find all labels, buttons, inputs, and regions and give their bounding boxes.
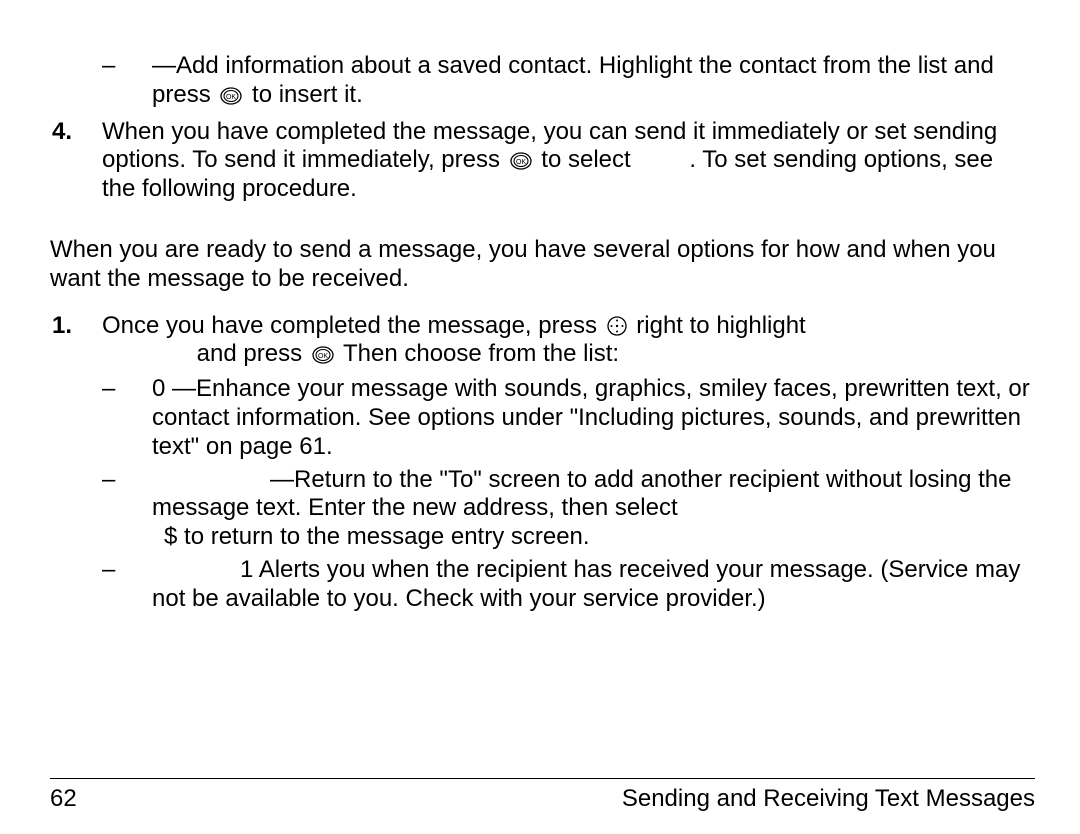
text: —Enhance your message with sounds, graph… <box>152 375 1030 460</box>
text: to return to the message entry screen. <box>177 523 589 550</box>
svg-text:OK: OK <box>318 353 328 360</box>
ordered-list-a: – —Add information about a saved contact… <box>50 52 1030 204</box>
list-body: —Return to the "To" screen to add anothe… <box>152 466 1030 552</box>
list-item: 4. When you have completed the message, … <box>50 118 1030 204</box>
ok-key-icon: OK <box>510 152 532 170</box>
list-marker: 4. <box>50 118 102 147</box>
list-body: 1 Alerts you when the recipient has rece… <box>152 556 1030 614</box>
option-label: 0 <box>152 375 165 402</box>
list-item: – 0 —Enhance your message with sounds, g… <box>102 375 1030 461</box>
list-item: 1. Once you have completed the message, … <box>50 312 1030 618</box>
text: Then choose from the list: <box>337 340 619 367</box>
page-content: – —Add information about a saved contact… <box>50 52 1030 766</box>
list-marker: 1. <box>50 312 102 341</box>
footer-rule <box>50 778 1035 779</box>
text: to select <box>535 146 638 173</box>
dash-marker: – <box>102 466 152 495</box>
dash-marker: – <box>102 375 152 404</box>
nav-key-icon <box>607 316 627 336</box>
text: Once you have completed the message, pre… <box>102 312 604 339</box>
list-body: When you have completed the message, you… <box>102 118 1030 204</box>
svg-text:OK: OK <box>516 159 526 166</box>
list-item: – —Return to the "To" screen to add anot… <box>102 466 1030 552</box>
list-item: – —Add information about a saved contact… <box>50 52 1030 114</box>
paragraph: When you are ready to send a message, yo… <box>50 236 1030 294</box>
ordered-list-b: 1. Once you have completed the message, … <box>50 312 1030 618</box>
text: —Return to the "To" screen to add anothe… <box>152 466 1011 522</box>
dash-list: – —Add information about a saved contact… <box>102 52 1030 110</box>
option-label: 1 <box>240 556 253 583</box>
list-item: – —Add information about a saved contact… <box>102 52 1030 110</box>
page-number: 62 <box>50 785 77 814</box>
symbol: $ <box>164 523 177 550</box>
ok-key-icon: OK <box>220 87 242 105</box>
text: to insert it. <box>245 81 362 108</box>
list-body: Once you have completed the message, pre… <box>102 312 1030 618</box>
list-item: – 1 Alerts you when the recipient has re… <box>102 556 1030 614</box>
dash-marker: – <box>102 52 152 81</box>
section-title: Sending and Receiving Text Messages <box>622 785 1035 814</box>
text: and press <box>190 340 309 367</box>
ok-key-icon: OK <box>312 346 334 364</box>
document-page: – —Add information about a saved contact… <box>0 0 1080 834</box>
svg-text:OK: OK <box>226 94 236 101</box>
dash-marker: – <box>102 556 152 585</box>
page-footer: 62 Sending and Receiving Text Messages <box>50 778 1035 814</box>
list-body: 0 —Enhance your message with sounds, gra… <box>152 375 1030 461</box>
text: Alerts you when the recipient has receiv… <box>152 556 1020 612</box>
dash-list: – 0 —Enhance your message with sounds, g… <box>102 375 1030 613</box>
list-body: —Add information about a saved contact. … <box>152 52 1030 110</box>
text: right to highlight <box>630 312 806 339</box>
